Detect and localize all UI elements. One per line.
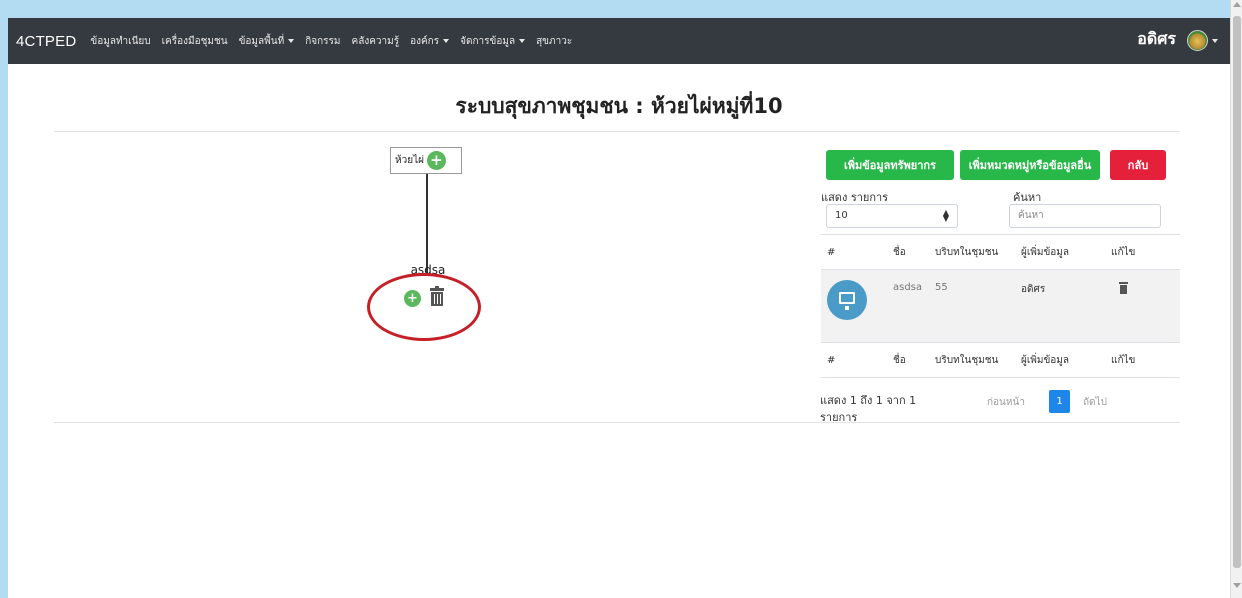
row-context: 55	[929, 269, 1015, 343]
table-row: asdsa 55 อดิศร	[821, 269, 1180, 343]
back-button[interactable]: กลับ	[1110, 150, 1166, 180]
chevron-down-icon	[443, 39, 450, 43]
page-content: 4CTPED ข้อมูลทำเนียบ เครื่องมือชุมชน ข้อ…	[8, 18, 1230, 598]
column-header-name[interactable]: ชื่อ	[887, 234, 929, 270]
nav-item-manage-data[interactable]: จัดการข้อมูล	[460, 34, 526, 49]
column-header-edit[interactable]: แก้ไข	[1105, 234, 1180, 270]
nav-item-area-data[interactable]: ข้อมูลพื้นที่	[239, 34, 295, 49]
table-header-row: # ชื่อ บริบทในชุมชน ผู้เพิ่มข้อมูล แก้ไข	[821, 234, 1180, 270]
add-category-button[interactable]: เพิ่มหมวดหมู่หรือข้อมูลอื่น	[960, 150, 1100, 180]
pagination-next[interactable]: ถัดไป	[1083, 395, 1107, 410]
page-size-select[interactable]: 10 ▲ ▼	[826, 204, 958, 228]
row-added-by: อดิศร	[1015, 269, 1105, 343]
chevron-down-icon	[519, 39, 526, 43]
vertical-scrollbar[interactable]	[1230, 0, 1242, 598]
column-footer-index: #	[821, 342, 887, 378]
nav-item-wellbeing[interactable]: สุขภาวะ	[536, 34, 572, 49]
tree-connector-line	[426, 174, 428, 276]
highlight-annotation-ring	[367, 273, 481, 341]
search-input[interactable]: ค้นหา	[1009, 204, 1161, 228]
column-header-context[interactable]: บริบทในชุมชน	[929, 234, 1015, 270]
scroll-down-icon[interactable]	[1233, 583, 1241, 588]
user-name[interactable]: อดิศร	[1137, 27, 1176, 52]
column-footer-added-by: ผู้เพิ่มข้อมูล	[1015, 342, 1105, 378]
column-footer-name: ชื่อ	[887, 342, 929, 378]
select-arrows-icon: ▲ ▼	[942, 208, 949, 223]
nav-item-community-tools[interactable]: เครื่องมือชุมชน	[162, 34, 228, 49]
data-table: # ชื่อ บริบทในชุมชน ผู้เพิ่มข้อมูล แก้ไข…	[821, 234, 1180, 378]
brand-link[interactable]: 4CTPED	[16, 33, 76, 50]
computer-icon	[827, 280, 867, 320]
scrollbar-thumb[interactable]	[1233, 16, 1241, 568]
column-header-index[interactable]: #	[821, 234, 887, 270]
nav-item-activities[interactable]: กิจกรรม	[305, 34, 340, 49]
pagination-page-1[interactable]: 1	[1049, 390, 1070, 413]
add-resource-button[interactable]: เพิ่มข้อมูลทรัพยากร	[826, 150, 954, 180]
table-info: แสดง 1 ถึง 1 จาก 1 รายการ	[820, 394, 917, 424]
top-navbar: 4CTPED ข้อมูลทำเนียบ เครื่องมือชุมชน ข้อ…	[8, 18, 1230, 64]
nav-item-organization[interactable]: องค์กร	[410, 34, 450, 49]
nav-item-directory[interactable]: ข้อมูลทำเนียบ	[90, 34, 150, 49]
tree-root-label: ห้วยไผ่	[395, 155, 424, 166]
column-header-added-by[interactable]: ผู้เพิ่มข้อมูล	[1015, 234, 1105, 270]
avatar[interactable]	[1187, 30, 1208, 51]
page-title: ระบบสุขภาพชุมชน : ห้วยไผ่หมู่ที่10	[455, 94, 783, 118]
row-edit-cell	[1105, 269, 1180, 343]
add-node-icon[interactable]: +	[426, 151, 446, 170]
table-footer-row: # ชื่อ บริบทในชุมชน ผู้เพิ่มข้อมูล แก้ไข	[821, 342, 1180, 378]
chevron-down-icon[interactable]	[1212, 39, 1218, 43]
pagination-prev[interactable]: ก่อนหน้า	[987, 395, 1025, 410]
row-thumbnail-cell	[821, 269, 887, 343]
delete-row-icon[interactable]	[1119, 282, 1128, 294]
column-footer-context: บริบทในชุมชน	[929, 342, 1015, 378]
row-name: asdsa	[887, 269, 929, 343]
scroll-up-icon[interactable]	[1233, 2, 1241, 7]
divider-bottom	[54, 422, 1180, 423]
column-footer-edit: แก้ไข	[1105, 342, 1180, 378]
chevron-down-icon	[288, 39, 295, 43]
nav-item-knowledge[interactable]: คลังความรู้	[352, 34, 400, 49]
divider-top	[54, 131, 1180, 132]
tree-root-node[interactable]: ห้วยไผ่ +	[390, 147, 462, 174]
